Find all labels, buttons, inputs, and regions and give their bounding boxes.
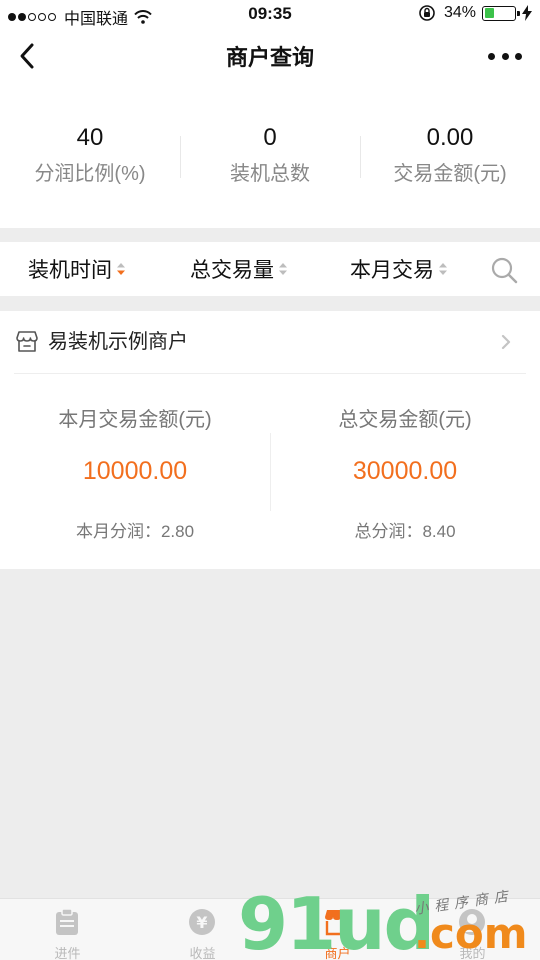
tab-apply[interactable]: 进件 xyxy=(0,899,135,960)
sort-install-time[interactable]: 装机时间 xyxy=(28,242,126,296)
sort-icon xyxy=(439,263,447,275)
stat-profit-ratio: 40 分润比例(%) xyxy=(0,86,180,228)
watermark-logo: 91ud 小程序商店 .com xyxy=(238,888,540,960)
merchant-header[interactable]: 易装机示例商户 xyxy=(0,311,540,373)
stat-value: 0.00 xyxy=(426,124,474,151)
search-icon[interactable] xyxy=(490,256,518,284)
svg-text:¥: ¥ xyxy=(196,913,207,932)
metric-profit: 总分润：8.40 xyxy=(354,522,456,541)
stat-value: 40 xyxy=(76,124,104,151)
metric-profit: 本月分润：2.80 xyxy=(75,522,195,541)
more-options-icon[interactable] xyxy=(488,44,522,68)
sort-filter-bar: 装机时间 总交易量 本月交易 xyxy=(0,242,540,296)
sort-label: 本月交易 xyxy=(350,259,434,282)
battery-icon xyxy=(482,5,520,21)
tab-label: 进件 xyxy=(54,946,81,960)
clipboard-icon xyxy=(56,908,78,935)
sort-label: 装机时间 xyxy=(28,259,112,282)
merchant-card[interactable]: 易装机示例商户 本月交易金额(元) 10000.00 本月分润：2.80 总交易… xyxy=(0,311,540,569)
sort-label: 总交易量 xyxy=(190,259,274,282)
more-dot xyxy=(515,52,522,60)
signal-dot xyxy=(18,13,26,21)
battery-tip xyxy=(517,10,520,16)
stat-label: 装机总数 xyxy=(230,163,310,185)
yen-coin-icon: ¥ xyxy=(189,909,215,935)
charging-bolt-icon xyxy=(522,5,532,21)
more-dot xyxy=(501,52,509,60)
metric-total: 总交易金额(元) 30000.00 总分润：8.40 xyxy=(270,373,540,569)
back-arrow-icon[interactable] xyxy=(14,40,42,72)
sort-monthly-transaction[interactable]: 本月交易 xyxy=(350,242,448,296)
carrier-name: 中国联通 xyxy=(64,11,129,28)
watermark-number: 91ud xyxy=(238,882,435,960)
more-dot xyxy=(488,52,495,60)
stat-install-count: 0 装机总数 xyxy=(180,86,360,228)
rotation-lock-icon xyxy=(419,5,435,21)
metric-label: 总交易金额(元) xyxy=(338,409,472,431)
wifi-icon xyxy=(134,10,152,24)
battery-fill xyxy=(484,8,495,18)
sort-desc-icon xyxy=(117,263,125,275)
metric-label: 本月交易金额(元) xyxy=(58,409,212,431)
chevron-right-icon[interactable] xyxy=(500,332,512,352)
sort-total-volume[interactable]: 总交易量 xyxy=(190,242,288,296)
merchant-name: 易装机示例商户 xyxy=(48,331,188,353)
signal-dot xyxy=(8,13,16,21)
nav-bar: 商户查询 xyxy=(0,28,540,86)
stat-transaction-amount: 0.00 交易金额(元) xyxy=(360,86,540,228)
signal-dot xyxy=(38,13,46,21)
stat-value: 0 xyxy=(263,124,277,151)
metric-value: 10000.00 xyxy=(82,457,188,485)
metric-monthly: 本月交易金额(元) 10000.00 本月分润：2.80 xyxy=(0,373,270,569)
watermark-domain: .com xyxy=(414,909,528,958)
stat-label: 分润比例(%) xyxy=(34,163,146,185)
page-title: 商户查询 xyxy=(225,45,314,70)
signal-strength-icon xyxy=(8,13,58,21)
metric-value: 30000.00 xyxy=(352,457,458,485)
battery-percent: 34% xyxy=(443,4,476,21)
status-right: 34% xyxy=(418,4,532,22)
signal-dot xyxy=(48,13,56,21)
sort-icon xyxy=(279,263,287,275)
summary-stats: 40 分润比例(%) 0 装机总数 0.00 交易金额(元) xyxy=(0,86,540,228)
stat-label: 交易金额(元) xyxy=(393,163,507,185)
status-left: 中国联通 xyxy=(8,5,152,29)
shop-icon xyxy=(16,331,38,352)
status-bar: 中国联通 09:35 34% xyxy=(0,0,540,28)
signal-dot xyxy=(28,13,36,21)
